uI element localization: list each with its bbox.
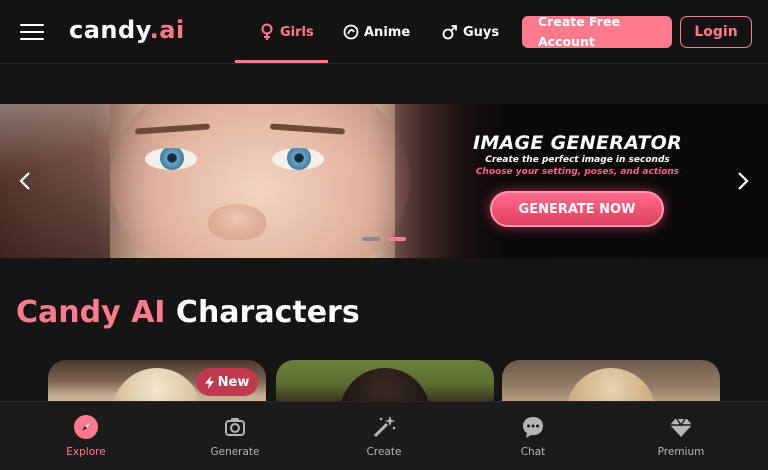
- section-title: Candy AI Characters: [16, 295, 360, 330]
- tab-label: Girls: [280, 24, 314, 40]
- menu-icon[interactable]: [20, 24, 44, 42]
- section-title-brand: Candy AI: [16, 295, 166, 330]
- logo[interactable]: candy.ai: [69, 16, 185, 44]
- nav-label: Create: [366, 446, 402, 458]
- nav-label: Generate: [210, 446, 260, 458]
- female-icon: [258, 23, 276, 41]
- nav-premium[interactable]: Premium: [631, 414, 731, 464]
- tab-guys[interactable]: Guys: [441, 22, 499, 42]
- carousel-indicators: [362, 237, 406, 241]
- nav-label: Chat: [520, 446, 546, 458]
- hero-banner[interactable]: IMAGE GENERATOR Create the perfect image…: [0, 104, 768, 258]
- login-button[interactable]: Login: [680, 16, 752, 48]
- nav-explore[interactable]: Explore: [36, 414, 136, 464]
- nav-label: Premium: [657, 446, 705, 458]
- banner-tagline: Choose your setting, poses, and actions: [475, 167, 680, 177]
- carousel-dot[interactable]: [362, 237, 380, 241]
- banner-title: IMAGE GENERATOR: [472, 132, 683, 154]
- generate-icon: [222, 414, 248, 440]
- logo-main-text: candy: [69, 16, 150, 44]
- nav-generate[interactable]: Generate: [185, 414, 285, 464]
- chevron-left-icon[interactable]: [15, 170, 35, 192]
- active-tab-indicator: [235, 60, 328, 63]
- section-title-rest: Characters: [165, 295, 360, 330]
- tab-girls[interactable]: Girls: [258, 22, 314, 42]
- carousel-dot-active[interactable]: [388, 237, 406, 241]
- nav-label: Explore: [66, 446, 106, 458]
- top-navigation-bar: candy.ai Girls Anime Guys Create Free Ac…: [0, 0, 768, 64]
- logo-accent-text: .ai: [149, 16, 185, 44]
- chevron-right-icon[interactable]: [733, 170, 753, 192]
- diamond-icon: [668, 414, 694, 440]
- tab-label: Guys: [463, 24, 500, 40]
- banner-subtitle: Create the perfect image in seconds: [485, 155, 670, 165]
- male-icon: [441, 23, 459, 41]
- tab-anime[interactable]: Anime: [342, 22, 410, 42]
- tab-label: Anime: [364, 24, 411, 40]
- nav-chat[interactable]: Chat: [483, 414, 583, 464]
- lightning-icon: [204, 375, 214, 389]
- compass-icon: [73, 414, 99, 440]
- bottom-navigation-bar: Explore Generate Create Chat Premium: [0, 401, 768, 470]
- chat-bubble-icon: [520, 414, 546, 440]
- eye-right: [272, 148, 324, 170]
- create-free-account-button[interactable]: Create Free Account: [522, 14, 672, 49]
- banner-nose: [208, 204, 266, 240]
- nav-create[interactable]: Create: [334, 414, 434, 464]
- eye-left: [145, 148, 197, 170]
- banner-dark-overlay: [395, 104, 768, 258]
- create-free-account-label: Create Free Account: [538, 14, 620, 49]
- anime-icon: [342, 23, 360, 41]
- generate-now-button[interactable]: GENERATE NOW: [490, 191, 664, 227]
- magic-wand-icon: [371, 414, 397, 440]
- badge-label: New: [217, 374, 250, 390]
- new-badge: New: [196, 368, 258, 396]
